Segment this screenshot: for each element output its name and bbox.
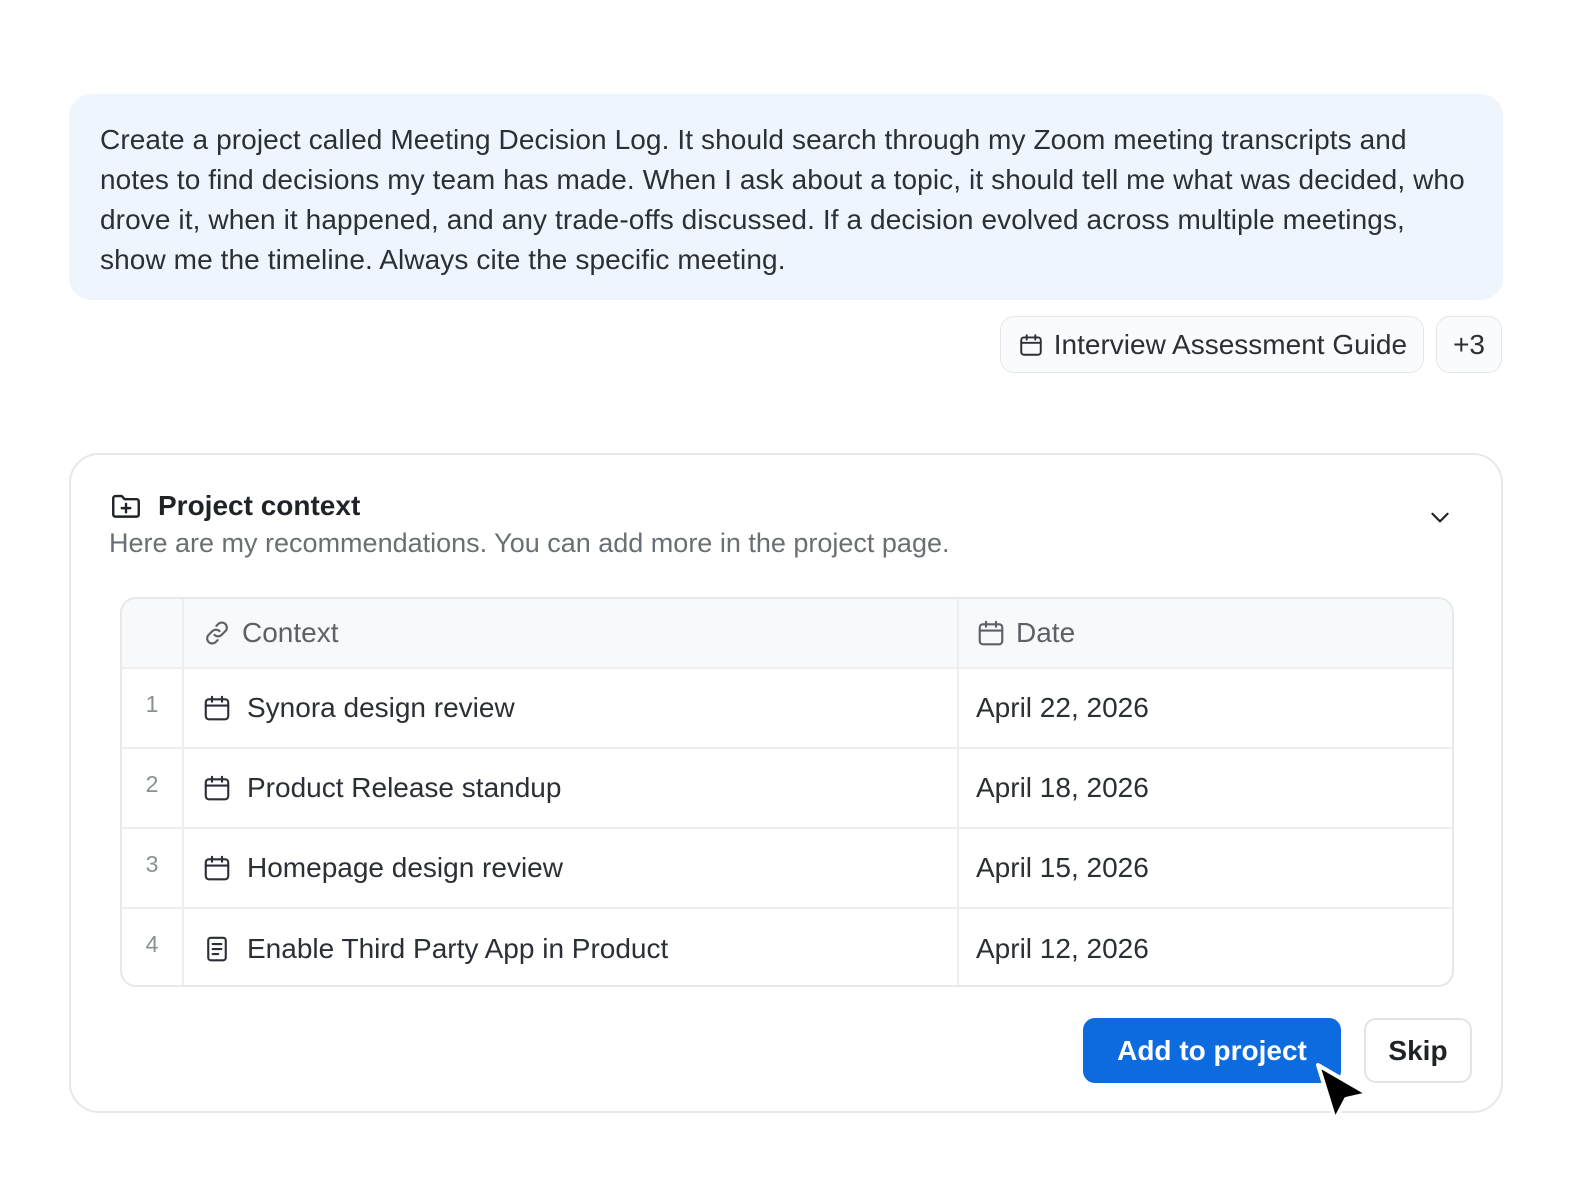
table-row[interactable]: 4 Enable Third Party App in Product Apri… (122, 909, 1452, 985)
card-header: Project context (109, 489, 360, 523)
calendar-icon (202, 693, 232, 723)
calendar-icon (202, 853, 232, 883)
card-title: Project context (158, 490, 361, 521)
context-name: Homepage design review (247, 852, 563, 883)
context-name: Product Release standup (247, 772, 562, 803)
document-icon (202, 934, 232, 964)
folder-plus-icon (109, 489, 143, 523)
context-cell: Synora design review (184, 669, 959, 747)
date-cell: April 15, 2026 (976, 852, 1149, 883)
row-number: 1 (122, 669, 184, 747)
context-cell: Homepage design review (184, 829, 959, 907)
calendar-icon (202, 773, 232, 803)
row-number: 4 (122, 909, 184, 985)
context-name: Enable Third Party App in Product (247, 933, 669, 964)
skip-button[interactable]: Skip (1364, 1018, 1472, 1083)
table-header-row: Context Date (122, 599, 1452, 669)
table-row[interactable]: 3 Homepage design review April 15, 2026 (122, 829, 1452, 909)
table-row[interactable]: 1 Synora design review April 22, 2026 (122, 669, 1452, 749)
prompt-text: Create a project called Meeting Decision… (100, 124, 1465, 275)
context-cell: Enable Third Party App in Product (184, 909, 959, 985)
add-to-project-button[interactable]: Add to project (1083, 1018, 1341, 1083)
attachment-chip[interactable]: Interview Assessment Guide (999, 316, 1425, 373)
context-column-label: Context (242, 617, 339, 648)
calendar-icon (976, 618, 1006, 648)
row-number-header (122, 599, 184, 667)
date-cell: April 22, 2026 (976, 692, 1149, 723)
attachment-label: Interview Assessment Guide (1053, 328, 1408, 360)
date-cell: April 18, 2026 (976, 772, 1149, 803)
date-column-label: Date (1016, 617, 1076, 648)
link-icon (202, 618, 232, 648)
card-subtitle: Here are my recommendations. You can add… (109, 528, 950, 558)
date-cell: April 12, 2026 (976, 933, 1149, 964)
mouse-pointer-icon (1316, 1063, 1370, 1122)
table-row[interactable]: 2 Product Release standup April 18, 2026 (122, 749, 1452, 829)
context-column-header: Context (184, 599, 959, 667)
context-table: Context Date 1 Synora design review Apri… (120, 597, 1454, 987)
more-attachments-count: +3 (1453, 328, 1485, 360)
row-number: 2 (122, 749, 184, 827)
user-prompt-message: Create a project called Meeting Decision… (69, 94, 1503, 300)
context-cell: Product Release standup (184, 749, 959, 827)
date-column-header: Date (959, 599, 1452, 667)
row-number: 3 (122, 829, 184, 907)
more-attachments-chip[interactable]: +3 (1436, 316, 1502, 373)
calendar-icon (1018, 332, 1044, 358)
attachment-chips: Interview Assessment Guide +3 (999, 316, 1502, 373)
context-name: Synora design review (247, 692, 515, 723)
project-context-card: Project context Here are my recommendati… (69, 453, 1503, 1113)
chevron-down-icon[interactable] (1427, 504, 1453, 530)
